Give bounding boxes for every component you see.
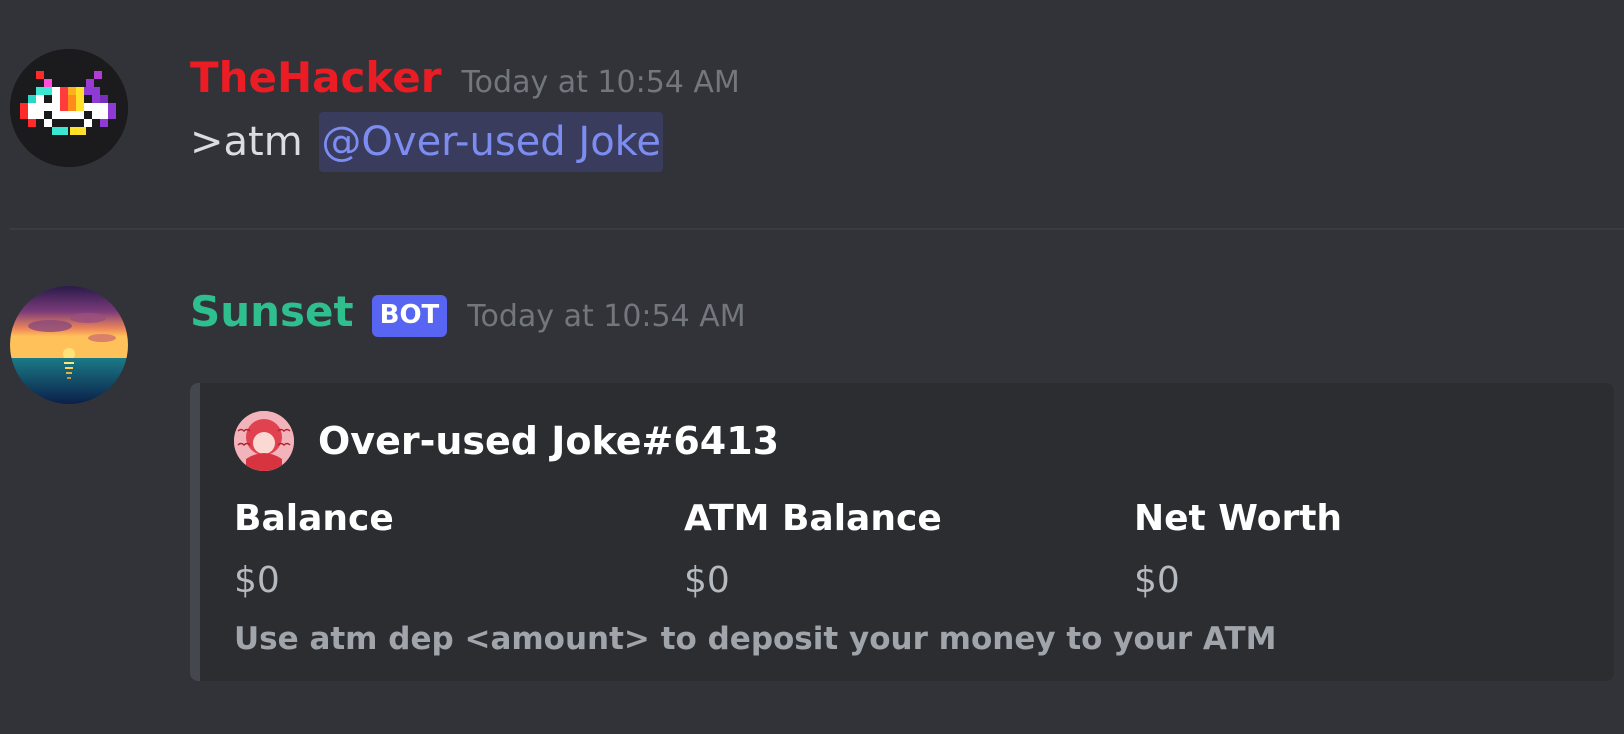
pixel-space-invader-icon[interactable] xyxy=(10,49,128,167)
message-header: Sunset BOT Today at 10:54 AM xyxy=(190,284,746,340)
message-content: >atm @Over-used Joke xyxy=(190,112,664,172)
username[interactable]: Sunset xyxy=(190,284,354,340)
chat-view: TheHacker Today at 10:54 AM >atm @Over-u… xyxy=(0,0,1624,734)
embed-author: Over-used Joke#6413 xyxy=(234,411,779,471)
field-value: $0 xyxy=(234,560,280,601)
field-name: Net Worth xyxy=(1134,498,1343,539)
embed-author-name[interactable]: Over-used Joke#6413 xyxy=(318,419,779,463)
field-net-worth: Net Worth $0 xyxy=(1134,493,1584,607)
field-name: Balance xyxy=(234,498,394,539)
embed-card: Over-used Joke#6413 Balance $0 ATM Balan… xyxy=(190,383,1614,681)
timestamp: Today at 10:54 AM xyxy=(461,65,740,100)
embed-color-bar xyxy=(190,383,200,681)
field-atm-balance: ATM Balance $0 xyxy=(684,493,1134,607)
field-value: $0 xyxy=(684,560,730,601)
message-divider xyxy=(10,228,1624,230)
anime-avatar-icon xyxy=(234,411,294,471)
field-value: $0 xyxy=(1134,560,1180,601)
timestamp: Today at 10:54 AM xyxy=(467,299,746,334)
message-header: TheHacker Today at 10:54 AM xyxy=(190,50,740,106)
username[interactable]: TheHacker xyxy=(190,50,441,106)
message-thehacker: TheHacker Today at 10:54 AM >atm @Over-u… xyxy=(0,0,1624,228)
embed-fields: Balance $0 ATM Balance $0 Net Worth $0 xyxy=(234,493,1594,607)
message-sunset: Sunset BOT Today at 10:54 AM Over-used J… xyxy=(0,232,1624,734)
field-balance: Balance $0 xyxy=(234,493,684,607)
sunset-avatar-icon[interactable] xyxy=(10,286,128,404)
message-text: >atm xyxy=(190,119,303,165)
bot-tag: BOT xyxy=(371,295,448,337)
embed-footer: Use atm dep <amount> to deposit your mon… xyxy=(234,621,1277,657)
user-mention[interactable]: @Over-used Joke xyxy=(319,112,664,172)
field-name: ATM Balance xyxy=(684,498,942,539)
